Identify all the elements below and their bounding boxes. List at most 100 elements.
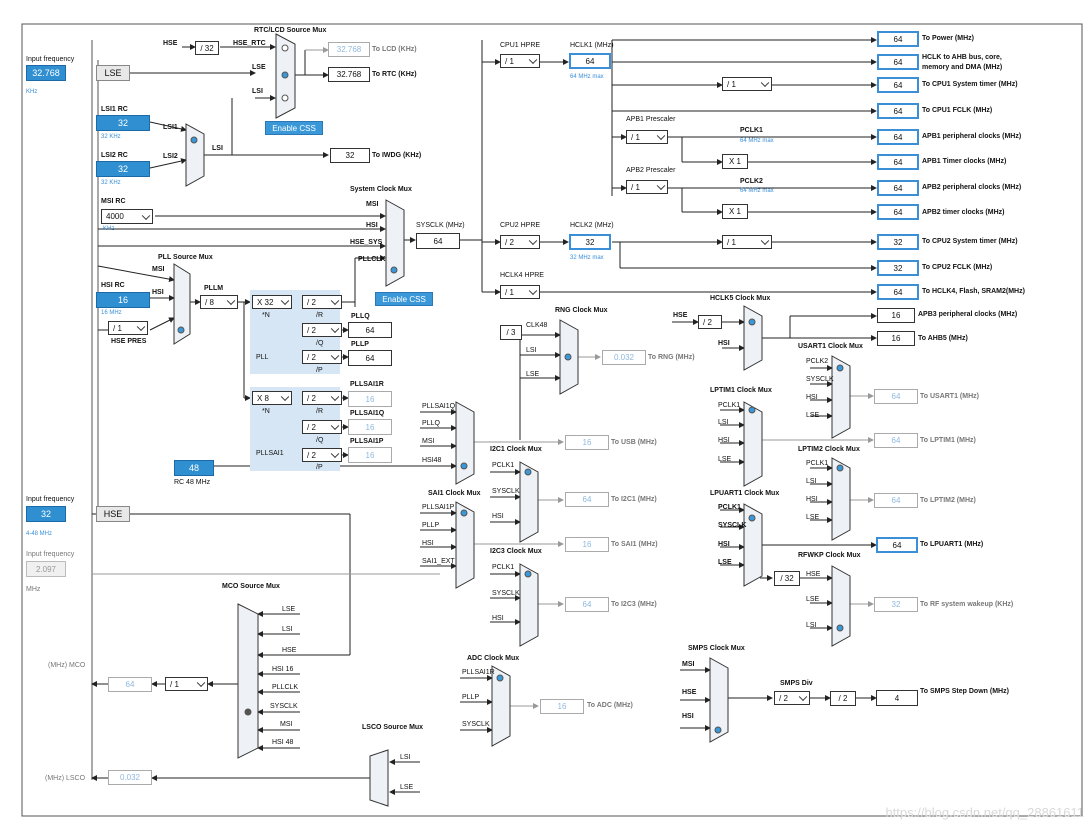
- chevron-down-icon: [136, 322, 146, 332]
- cpu1-systimer-div-select[interactable]: / 1: [722, 77, 772, 91]
- pll-r-label: /R: [316, 312, 323, 319]
- out-apb2-timer-value: 64: [877, 204, 919, 220]
- cpu2-hpre-label: CPU2 HPRE: [500, 222, 541, 229]
- usart1-output-label: To USART1 (MHz): [920, 393, 979, 400]
- cpu2-systimer-div-value: / 1: [727, 237, 736, 247]
- lse-input-frequency-field[interactable]: 32.768: [26, 65, 66, 81]
- pllsai1-p-select[interactable]: / 2: [302, 448, 342, 462]
- pllsai1-r-select[interactable]: / 2: [302, 391, 342, 405]
- usart1-input-hsi: HSI: [806, 394, 818, 401]
- hse-source-block: HSE: [96, 506, 130, 522]
- msi-range-value: 4000: [106, 212, 124, 221]
- out-cpu2-systimer-label: To CPU2 System timer (MHz): [922, 238, 1018, 245]
- hclk5-input-hsi: HSI: [718, 340, 730, 347]
- i2c1-value: 64: [565, 492, 609, 507]
- rng-clock-mux-title: RNG Clock Mux: [555, 307, 608, 314]
- pllsai1-n-select[interactable]: X 8: [252, 391, 292, 405]
- hclk1-value[interactable]: 64: [569, 53, 611, 69]
- usb-output-label: To USB (MHz): [611, 439, 657, 446]
- i2c1-output-label: To I2C1 (MHz): [611, 496, 657, 503]
- smps-input-hse: HSE: [682, 689, 697, 696]
- rtc-output-label: To RTC (KHz): [372, 71, 417, 78]
- usart1-value: 64: [874, 389, 918, 404]
- cpu2-hpre-select[interactable]: / 2: [500, 235, 540, 249]
- usb-input-pllq: PLLQ: [422, 420, 440, 427]
- usb-input-hsi48: HSI48: [422, 457, 442, 464]
- rng-input-lse: LSE: [526, 371, 540, 378]
- chevron-down-icon: [760, 78, 770, 88]
- out-apb1-timer-label: APB1 Timer clocks (MHz): [922, 158, 1007, 165]
- pclk2-label: PCLK2: [740, 178, 763, 185]
- sai1-input-hsi: HSI: [422, 540, 434, 547]
- pllsai1-n-label: *N: [262, 408, 270, 415]
- lptim1-input-hsi: HSI: [718, 437, 730, 444]
- pll-n-value: X 32: [257, 297, 274, 307]
- lse-frequency-unit: KHz: [26, 89, 38, 95]
- out-apb1-periph-value: 64: [877, 129, 919, 145]
- ahb5-value: 16: [877, 331, 915, 346]
- pllsai1r-value: 16: [348, 391, 392, 407]
- input3-frequency-field[interactable]: 2.097: [26, 561, 66, 577]
- pllsai1-q-select[interactable]: / 2: [302, 420, 342, 434]
- chevron-down-icon: [280, 296, 290, 306]
- hse-frequency-unit: 4-48 MHz: [26, 531, 53, 537]
- pll-q-select[interactable]: / 2: [302, 323, 342, 337]
- out-hclk4-label: To HCLK4, Flash, SRAM2(MHz): [922, 288, 1025, 295]
- mco-divider-select[interactable]: / 1: [165, 677, 208, 691]
- hclk4-hpre-select[interactable]: / 1: [500, 285, 540, 299]
- pllsai1-p-value: / 2: [307, 450, 316, 460]
- pll-r-select[interactable]: / 2: [302, 295, 342, 309]
- mco-input-lse: LSE: [282, 606, 296, 613]
- hse-enable-css-button[interactable]: Enable CSS: [375, 292, 433, 306]
- chevron-down-icon: [280, 392, 290, 402]
- msi-rc-label: MSI RC: [101, 198, 126, 205]
- apb2-prescaler-value: / 1: [631, 182, 640, 192]
- adc-input-pllsai1r: PLLSAI1R: [462, 669, 495, 676]
- lptim2-input-lse: LSE: [806, 514, 820, 521]
- lse-enable-css-button[interactable]: Enable CSS: [265, 121, 323, 135]
- rtc-hse-divider: / 32: [195, 41, 219, 55]
- rfwkp-clock-mux-shape: [831, 565, 851, 647]
- usb-input-msi: MSI: [422, 438, 435, 445]
- chevron-down-icon: [330, 421, 340, 431]
- iwdg-frequency-value: 32: [330, 148, 370, 163]
- pllp-value: 64: [348, 350, 392, 366]
- hclk2-value[interactable]: 32: [569, 234, 611, 250]
- msi-range-select[interactable]: 4000: [101, 209, 153, 224]
- diagram-frame: [21, 23, 1083, 817]
- i2c3-input-pclk1: PCLK1: [492, 564, 515, 571]
- pllsai1r-label: PLLSAI1R: [350, 381, 384, 388]
- cpu1-hpre-select[interactable]: / 1: [500, 54, 540, 68]
- apb1-prescaler-select[interactable]: / 1: [626, 130, 668, 144]
- pll-n-label: *N: [262, 312, 270, 319]
- hse-input-frequency-field[interactable]: 32: [26, 506, 66, 522]
- usb-input-pllsai1q: PLLSAI1Q: [422, 403, 456, 410]
- pllsai1-r-value: / 2: [307, 393, 316, 403]
- pllm-select[interactable]: / 8: [200, 295, 238, 309]
- pllq-value: 64: [348, 322, 392, 338]
- pll-p-select[interactable]: / 2: [302, 350, 342, 364]
- mco-source-mux-title: MCO Source Mux: [222, 583, 280, 590]
- lsi-mux-input-lsi2: LSI2: [163, 153, 178, 160]
- pll-n-select[interactable]: X 32: [252, 295, 292, 309]
- smps-clock-mux-title: SMPS Clock Mux: [688, 645, 745, 652]
- lsi-mux-output-label: LSI: [212, 145, 223, 152]
- adc-input-pllp: PLLP: [462, 694, 480, 701]
- pll-source-input-hsi: HSI: [152, 289, 164, 296]
- out-apb2-timer-label: APB2 timer clocks (MHz): [922, 209, 1005, 216]
- smps-div-select[interactable]: / 2: [774, 691, 810, 705]
- out-cpu1-systimer-label: To CPU1 System timer (MHz): [922, 81, 1018, 88]
- rtc-mux-input-lse: LSE: [252, 64, 266, 71]
- hse-pres-select[interactable]: / 1: [108, 321, 148, 335]
- pllsai1-r-label: /R: [316, 408, 323, 415]
- chevron-down-icon: [330, 351, 340, 361]
- chevron-down-icon: [528, 55, 538, 65]
- mco-input-pllclk: PLLCLK: [272, 684, 299, 691]
- lse-input-frequency-label: Input frequency: [26, 56, 75, 63]
- mco-value: 64: [108, 677, 152, 692]
- sysclk-value[interactable]: 64: [416, 233, 460, 249]
- apb2-prescaler-select[interactable]: / 1: [626, 180, 668, 194]
- adc-input-sysclk: SYSCLK: [462, 721, 490, 728]
- sysclk-input-hse-sys: HSE_SYS: [350, 239, 383, 246]
- cpu2-systimer-div-select[interactable]: / 1: [722, 235, 772, 249]
